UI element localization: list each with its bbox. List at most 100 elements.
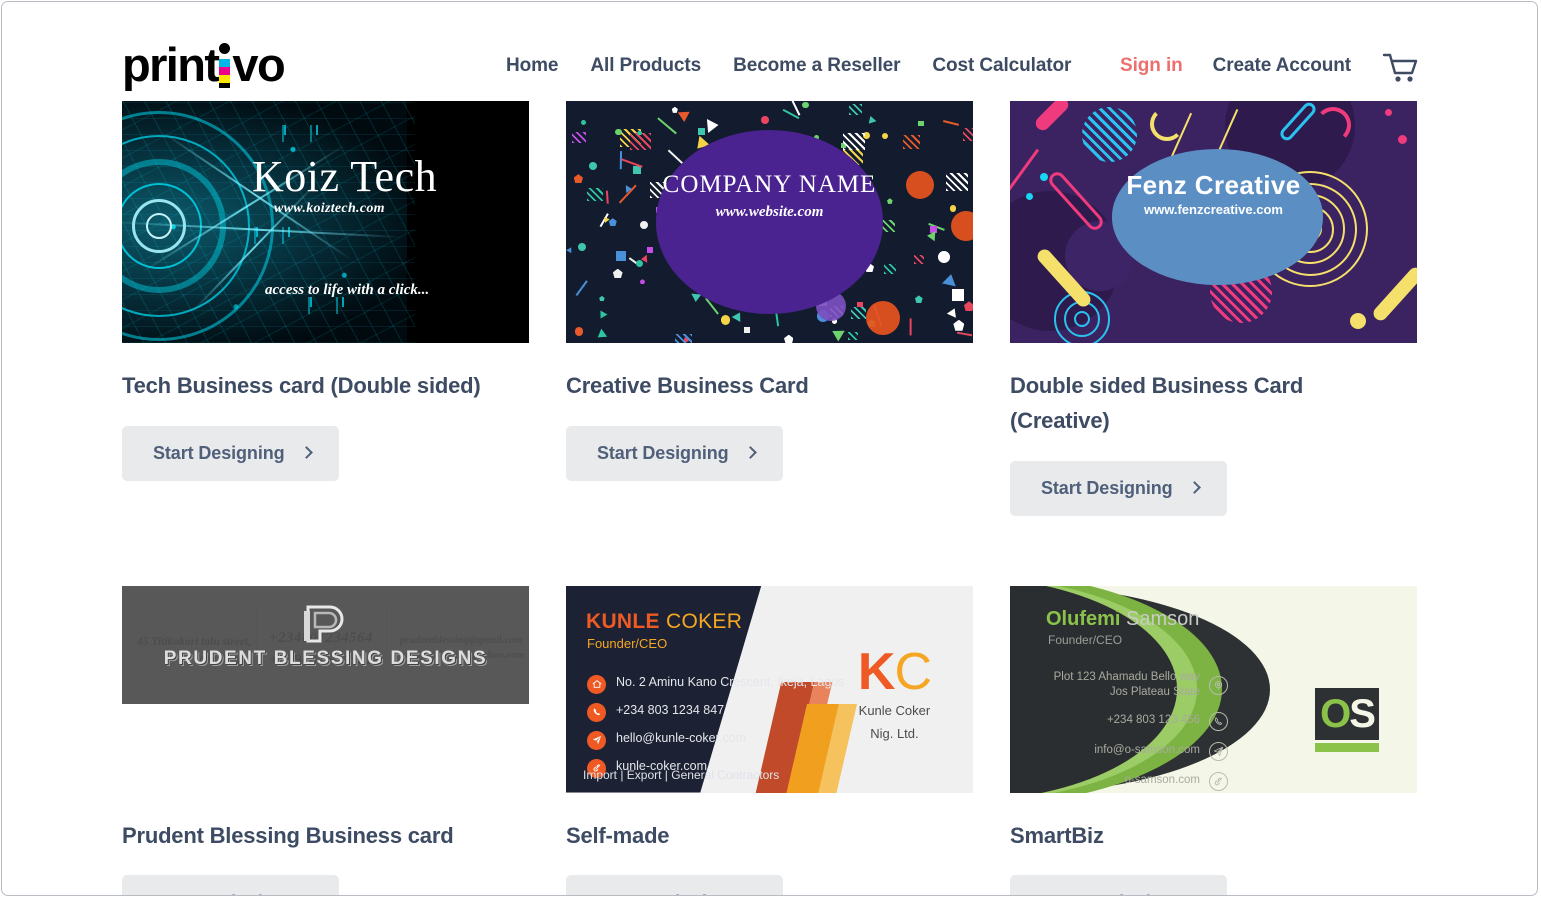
preview-last-name: Samson <box>1126 607 1200 630</box>
start-designing-label: Start Designing <box>597 892 729 895</box>
product-preview-image: Fenz Creative www.fenzcreative.com <box>1010 101 1417 343</box>
preview-logo-initials: KC <box>857 642 932 701</box>
product-preview-image: PRUDENT BLESSING DESIGNS 45 Titikokori t… <box>122 585 529 793</box>
preview-email: info@o-samson.com <box>1094 744 1200 757</box>
preview-phone-row: +234 803 1234 847 <box>587 702 845 722</box>
start-designing-label: Start Designing <box>153 892 285 895</box>
nav-all-products[interactable]: All Products <box>590 55 701 77</box>
product-row-2: PRUDENT BLESSING DESIGNS 45 Titikokori t… <box>122 585 1419 896</box>
nav-sign-in[interactable]: Sign in <box>1120 55 1183 77</box>
product-row-1: Koiz Tech www.koiztech.com access to lif… <box>122 101 1419 528</box>
nav-become-a-reseller[interactable]: Become a Reseller <box>733 55 900 77</box>
preview-address-row: No. 2 Aminu Kano Crescent, Ikeja, Lagos <box>587 674 845 694</box>
preview-address-line2: Jos Plateau State <box>1109 686 1200 699</box>
product-preview-image: COMPANY NAME www.website.com <box>566 101 973 343</box>
preview-phone: +234 803 1234 847 <box>616 702 725 717</box>
preview-logo-initials: OS <box>1315 687 1379 740</box>
preview-tagline: access to life with a click... <box>265 282 430 298</box>
product-title: Prudent Blessing Business card <box>122 822 454 848</box>
preview-footer-text: Import | Export | General Contractors <box>583 767 780 782</box>
product-card: COMPANY NAME www.website.com Creative Bu… <box>566 101 973 528</box>
preview-email-1: prudentblessing@gmail.com <box>400 634 523 646</box>
preview-company-name: COMPANY NAME <box>662 171 877 198</box>
send-icon <box>1209 741 1228 761</box>
preview-person-name: KUNLE COKER <box>586 610 742 634</box>
product-card: Fenz Creative www.fenzcreative.com Doubl… <box>1010 101 1417 528</box>
logo-text-pre: print <box>122 38 220 91</box>
preview-company-name: Fenz Creative <box>1126 170 1301 200</box>
logo-text-post: vo <box>232 38 285 91</box>
preview-website: www.fenzcreative.com <box>1144 202 1283 217</box>
preview-contact-list: Plot 123 Ahamadu Bello way Jos Plateau S… <box>1038 670 1228 793</box>
product-title: Self-made <box>566 822 670 848</box>
start-designing-button[interactable]: Start Designing <box>122 875 339 896</box>
preview-address-row: Plot 123 Ahamadu Bello way Jos Plateau S… <box>1038 670 1228 701</box>
account-navigation: Sign in Create Account <box>1120 55 1351 77</box>
preview-website: www.koiztech.com <box>274 201 385 216</box>
chevron-right-icon <box>1188 895 1201 896</box>
start-designing-label: Start Designing <box>597 442 729 463</box>
chevron-right-icon <box>743 445 757 459</box>
product-title: Tech Business card (Double sided) <box>122 373 481 398</box>
product-grid: Koiz Tech www.koiztech.com access to lif… <box>122 101 1419 896</box>
product-title: SmartBiz <box>1010 822 1104 848</box>
preview-person-name: Olufemi Samson <box>1046 608 1199 631</box>
browser-page: print vo Home All Products Become a Rese… <box>1 1 1538 896</box>
link-icon <box>1209 771 1228 791</box>
product-card: PRUDENT BLESSING DESIGNS 45 Titikokori t… <box>122 585 529 896</box>
product-preview-image: KUNLE COKER Founder/CEO No. 2 Aminu Kano… <box>566 585 973 793</box>
start-designing-button[interactable]: Start Designing <box>1010 460 1227 516</box>
product-card: KUNLE COKER Founder/CEO No. 2 Aminu Kano… <box>566 585 973 896</box>
home-icon <box>587 674 606 694</box>
preview-phone-row: +234 803 123 456 <box>1038 711 1228 731</box>
start-designing-label: Start Designing <box>1041 477 1173 498</box>
preview-first-name: Olufemi <box>1046 607 1121 630</box>
preview-phone: +234 803 123 456 <box>1106 714 1200 727</box>
product-card: Olufemi Samson Founder/CEO Plot 123 Aham… <box>1010 585 1417 896</box>
start-designing-button[interactable]: Start Designing <box>566 875 783 896</box>
product-title: Double sided Business Card (Creative) <box>1010 373 1304 433</box>
preview-logo-line1: Kunle Coker <box>858 702 931 718</box>
preview-website-row: o-samson.com <box>1038 771 1228 791</box>
send-icon <box>587 730 606 750</box>
product-preview-image: Koiz Tech www.koiztech.com access to lif… <box>122 101 529 343</box>
site-header: print vo Home All Products Become a Rese… <box>2 2 1537 101</box>
start-designing-button[interactable]: Start Designing <box>122 425 339 481</box>
nav-home[interactable]: Home <box>506 55 558 77</box>
chevron-right-icon <box>300 895 313 896</box>
printivo-logo[interactable]: print vo <box>122 38 286 91</box>
nav-cost-calculator[interactable]: Cost Calculator <box>932 55 1071 77</box>
chevron-right-icon <box>1187 480 1201 494</box>
preview-role: Founder/CEO <box>587 635 668 651</box>
product-card: Koiz Tech www.koiztech.com access to lif… <box>122 101 529 528</box>
preview-role: Founder/CEO <box>1048 632 1123 647</box>
preview-logo: OS <box>1315 687 1379 752</box>
preview-first-name: KUNLE <box>586 609 660 633</box>
preview-address-line1: Plot 123 Ahamadu Bello way <box>1053 670 1200 683</box>
preview-email-row: hello@kunle-coker.com <box>587 730 845 750</box>
chevron-right-icon <box>299 445 313 459</box>
chevron-right-icon <box>744 895 757 896</box>
preview-email: hello@kunle-coker.com <box>616 730 747 745</box>
nav-create-account[interactable]: Create Account <box>1213 55 1351 77</box>
prudent-logo-text: PRUDENT BLESSING DESIGNS <box>163 647 488 669</box>
location-pin-icon <box>1209 675 1228 695</box>
preview-logo: KC Kunle Coker Nig. Ltd. <box>857 642 932 744</box>
preview-address: No. 2 Aminu Kano Crescent, Ikeja, Lagos <box>616 674 845 689</box>
main-navigation: Home All Products Become a Reseller Cost… <box>506 55 1071 77</box>
start-designing-label: Start Designing <box>1041 892 1173 895</box>
cart-icon[interactable] <box>1382 51 1420 85</box>
preview-address: Plot 123 Ahamadu Bello way Jos Plateau S… <box>1054 670 1200 701</box>
preview-company-name: Koiz Tech <box>252 152 438 201</box>
phone-icon <box>587 702 606 722</box>
logo-i-cmyk-icon <box>219 42 231 88</box>
preview-website: www.website.com <box>715 204 824 220</box>
start-designing-label: Start Designing <box>153 442 285 463</box>
start-designing-button[interactable]: Start Designing <box>566 425 783 481</box>
preview-last-name: COKER <box>665 609 743 633</box>
start-designing-button[interactable]: Start Designing <box>1010 875 1227 896</box>
product-title: Creative Business Card <box>566 373 809 398</box>
phone-icon <box>1209 711 1228 731</box>
preview-logo-line2: Nig. Ltd. <box>870 726 919 742</box>
preview-website: o-samson.com <box>1124 774 1200 787</box>
